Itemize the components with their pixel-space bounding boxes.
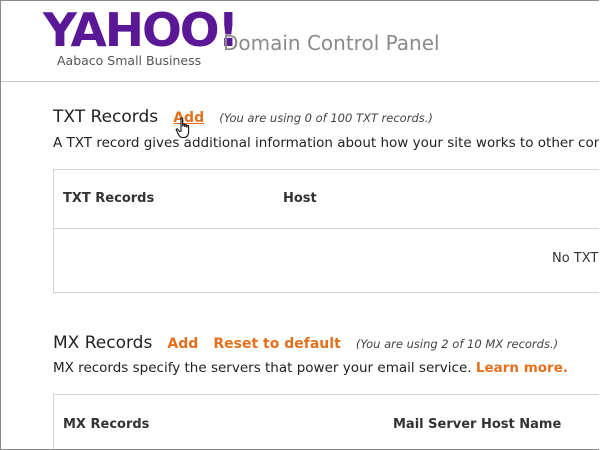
txt-section-title: TXT Records: [53, 107, 159, 127]
txt-description: A TXT record gives additional informatio…: [53, 135, 599, 151]
mx-description: MX records specify the servers that powe…: [53, 360, 568, 376]
panel-title: Domain Control Panel: [223, 31, 440, 55]
mx-column-header: MX Records: [63, 417, 150, 432]
table-divider: [54, 228, 599, 229]
mx-records-table: MX Records Mail Server Host Name: [53, 394, 599, 449]
header-bar: YAHOO! Aabaco Small Business Domain Cont…: [1, 1, 599, 82]
hand-pointer-icon: [175, 117, 190, 139]
learn-more-link[interactable]: Learn more.: [476, 360, 568, 376]
mx-add-link[interactable]: Add: [167, 336, 198, 352]
txt-usage-note: (You are using 0 of 100 TXT records.): [219, 111, 433, 125]
yahoo-logo[interactable]: YAHOO!: [43, 5, 239, 55]
reset-to-default-link[interactable]: Reset to default: [213, 336, 340, 352]
mail-server-column-header: Mail Server Host Name: [393, 417, 562, 432]
mx-description-text: MX records specify the servers that powe…: [53, 360, 472, 376]
mx-usage-note: (You are using 2 of 10 MX records.): [355, 337, 559, 351]
host-column-header: Host: [283, 191, 317, 206]
txt-section-header: TXT Records Add (You are using 0 of 100 …: [53, 107, 433, 127]
txt-records-table: TXT Records Host No TXT: [53, 169, 599, 293]
txt-column-header: TXT Records: [63, 191, 155, 206]
mx-section-title: MX Records: [53, 333, 153, 353]
logo-subtitle: Aabaco Small Business: [57, 53, 202, 68]
txt-empty-message: No TXT: [552, 251, 599, 266]
mx-section-header: MX Records Add Reset to default (You are…: [53, 333, 558, 353]
browser-frame: YAHOO! Aabaco Small Business Domain Cont…: [0, 0, 599, 450]
